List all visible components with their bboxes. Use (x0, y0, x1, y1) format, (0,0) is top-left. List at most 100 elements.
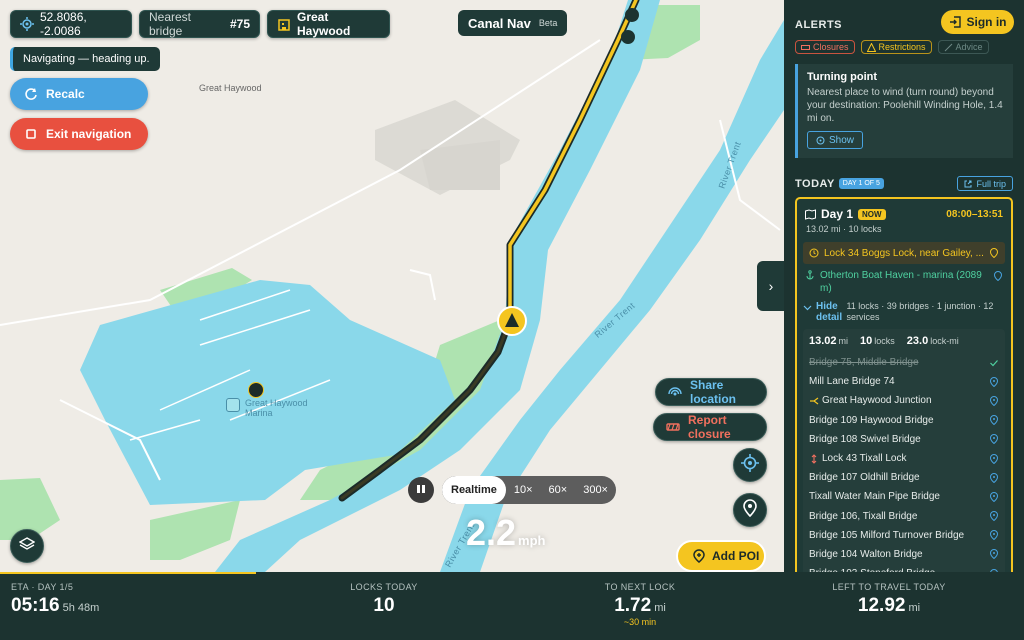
exit-navigation-button[interactable]: Exit navigation (10, 118, 148, 150)
today-header: TODAY DAY 1 OF 5 Full trip (795, 176, 1013, 191)
day-name: Day 1 (821, 207, 854, 221)
refresh-icon (24, 87, 38, 101)
filter-closures[interactable]: Closures (795, 40, 855, 54)
speed-option[interactable]: 60× (541, 476, 576, 504)
left-unit: mi (908, 602, 921, 614)
speed-selector: Realtime 10× 60× 300× (442, 476, 616, 504)
left-to-travel-stat: LEFT TO TRAVEL TODAY 12.92 mi (827, 582, 951, 617)
side-panel: ALERTS Sign in Closures Restrictions Adv… (784, 0, 1024, 572)
broadcast-icon (668, 385, 682, 399)
add-poi-label: Add POI (712, 549, 760, 563)
waypoint-item[interactable]: Tixall Water Main Pipe Bridge (803, 487, 1005, 506)
left-label: LEFT TO TRAVEL TODAY (832, 582, 946, 592)
show-label: Show (829, 134, 855, 146)
stat-locks: 10 (860, 335, 873, 347)
alerts-heading: ALERTS (795, 19, 842, 31)
stop-icon (24, 127, 38, 141)
waypoint-item[interactable]: Bridge 106, Tixall Bridge (803, 507, 1005, 526)
marina-icon[interactable] (248, 382, 264, 398)
clock-icon (809, 248, 819, 258)
full-trip-label: Full trip (976, 178, 1006, 189)
beta-badge: Beta (538, 18, 558, 28)
waypoint-item[interactable]: Bridge 109 Haywood Bridge (803, 411, 1005, 430)
speed-option[interactable]: Realtime (442, 476, 506, 504)
waypoint-item[interactable]: Bridge 104 Walton Bridge (803, 545, 1005, 564)
add-poi-button[interactable]: Add POI (676, 540, 766, 572)
panel-toggle-button[interactable]: › (757, 261, 785, 311)
login-icon (949, 16, 961, 28)
location-chip[interactable]: Great Haywood (267, 10, 390, 38)
stop-haven[interactable]: Otherton Boat Haven - marina (2089 m) (803, 267, 1005, 297)
nearest-bridge-chip[interactable]: Nearest bridge #75 (139, 10, 260, 38)
waypoint-label: Bridge 106, Tixall Bridge (809, 510, 918, 522)
simulation-controls: Realtime 10× 60× 300× (408, 476, 616, 504)
layers-icon (18, 536, 36, 557)
waypoint-item[interactable]: Bridge 75, Middle Bridge (803, 353, 1005, 372)
locks-label: LOCKS TODAY (350, 582, 418, 592)
map-pin-icon (989, 530, 999, 541)
map-pin-icon (989, 491, 999, 502)
waypoint-item[interactable]: Great Haywood Junction (803, 391, 1005, 410)
chevron-right-icon: › (768, 278, 774, 294)
waypoint-item[interactable]: Mill Lane Bridge 74 (803, 372, 1005, 391)
speed-value: 2.2 (466, 512, 517, 553)
waypoint-label: Bridge 105 Milford Turnover Bridge (809, 529, 965, 541)
stop-lock[interactable]: Lock 34 Boggs Lock, near Gailey, ... (803, 242, 1005, 264)
sign-in-label: Sign in (966, 15, 1007, 29)
filter-label: Advice (955, 42, 983, 52)
nav-status: Navigating — heading up. (10, 47, 160, 71)
speed-readout: 2.2 mph (466, 512, 546, 554)
next-lock-time: ~30 min (623, 617, 657, 627)
poi-pin-button[interactable] (733, 493, 767, 527)
locate-me-button[interactable] (733, 448, 767, 482)
pause-button[interactable] (408, 477, 434, 503)
bottom-bar: ETA · DAY 1/5 05:16 5h 48m LOCKS TODAY 10… (0, 572, 1024, 640)
report-closure-button[interactable]: Report closure (653, 413, 767, 441)
left-value: 12.92 (857, 595, 906, 616)
waypoint-label: Lock 43 Tixall Lock (822, 453, 907, 465)
filter-restrictions[interactable]: Restrictions (860, 40, 932, 54)
waypoint-item[interactable]: Bridge 103 Stoneford Bridge (803, 564, 1005, 572)
filter-label: Restrictions (878, 42, 926, 52)
report-closure-label: Report closure (688, 413, 731, 441)
next-lock-unit: mi (654, 602, 666, 614)
share-location-button[interactable]: Share location (655, 378, 767, 406)
stop-haven-label: Otherton Boat Haven - marina (2089 m) (820, 270, 982, 294)
waypoint-item[interactable]: Bridge 108 Swivel Bridge (803, 430, 1005, 449)
day-card: Day 1 NOW 08:00–13:51 13.02 mi · 10 lock… (795, 197, 1013, 572)
anchor-icon (226, 398, 240, 412)
coords-value: 52.8086, -2.0086 (40, 10, 87, 38)
alert-show-button[interactable]: Show (807, 131, 864, 149)
map-icon (805, 208, 816, 220)
map-pin-icon (989, 415, 999, 426)
full-trip-button[interactable]: Full trip (957, 176, 1013, 191)
sign-in-button[interactable]: Sign in (941, 10, 1014, 34)
chevron-down-icon (803, 303, 812, 312)
recalc-button[interactable]: Recalc (10, 78, 148, 110)
share-location-label: Share location (690, 378, 737, 406)
waypoint-label: Tixall Water Main Pipe Bridge (809, 491, 940, 503)
crosshair-icon (741, 453, 759, 477)
next-lock-label: TO NEXT LOCK (604, 582, 676, 592)
filter-advice[interactable]: Advice (937, 40, 989, 54)
map-pin-icon (742, 498, 758, 522)
waypoint-label: Bridge 108 Swivel Bridge (809, 433, 921, 445)
waypoint-item[interactable]: Bridge 105 Milford Turnover Bridge (803, 526, 1005, 545)
junction-icon (809, 396, 819, 406)
coords-chip[interactable]: 52.8086, -2.0086 (10, 10, 132, 38)
speed-option[interactable]: 300× (575, 476, 616, 504)
progress-bar (0, 572, 256, 574)
place-label: Great Haywood (199, 83, 262, 93)
map-pin-icon (989, 453, 999, 464)
hide-detail-button[interactable]: Hide detail (803, 301, 846, 323)
waypoint-item[interactable]: Bridge 107 Oldhill Bridge (803, 468, 1005, 487)
today-label: TODAY (795, 177, 835, 190)
detail-stats: 13.02 mi 10 locks 23.0 lock-mi (803, 333, 1005, 353)
waypoint-item[interactable]: Lock 43 Tixall Lock (803, 449, 1005, 468)
waypoint-label: Mill Lane Bridge 74 (809, 376, 895, 388)
layers-button[interactable] (10, 529, 44, 563)
target-icon (816, 136, 825, 145)
exit-label: Exit navigation (46, 127, 132, 141)
eta-stat: ETA · DAY 1/5 05:16 5h 48m (11, 582, 99, 617)
speed-option[interactable]: 10× (506, 476, 541, 504)
